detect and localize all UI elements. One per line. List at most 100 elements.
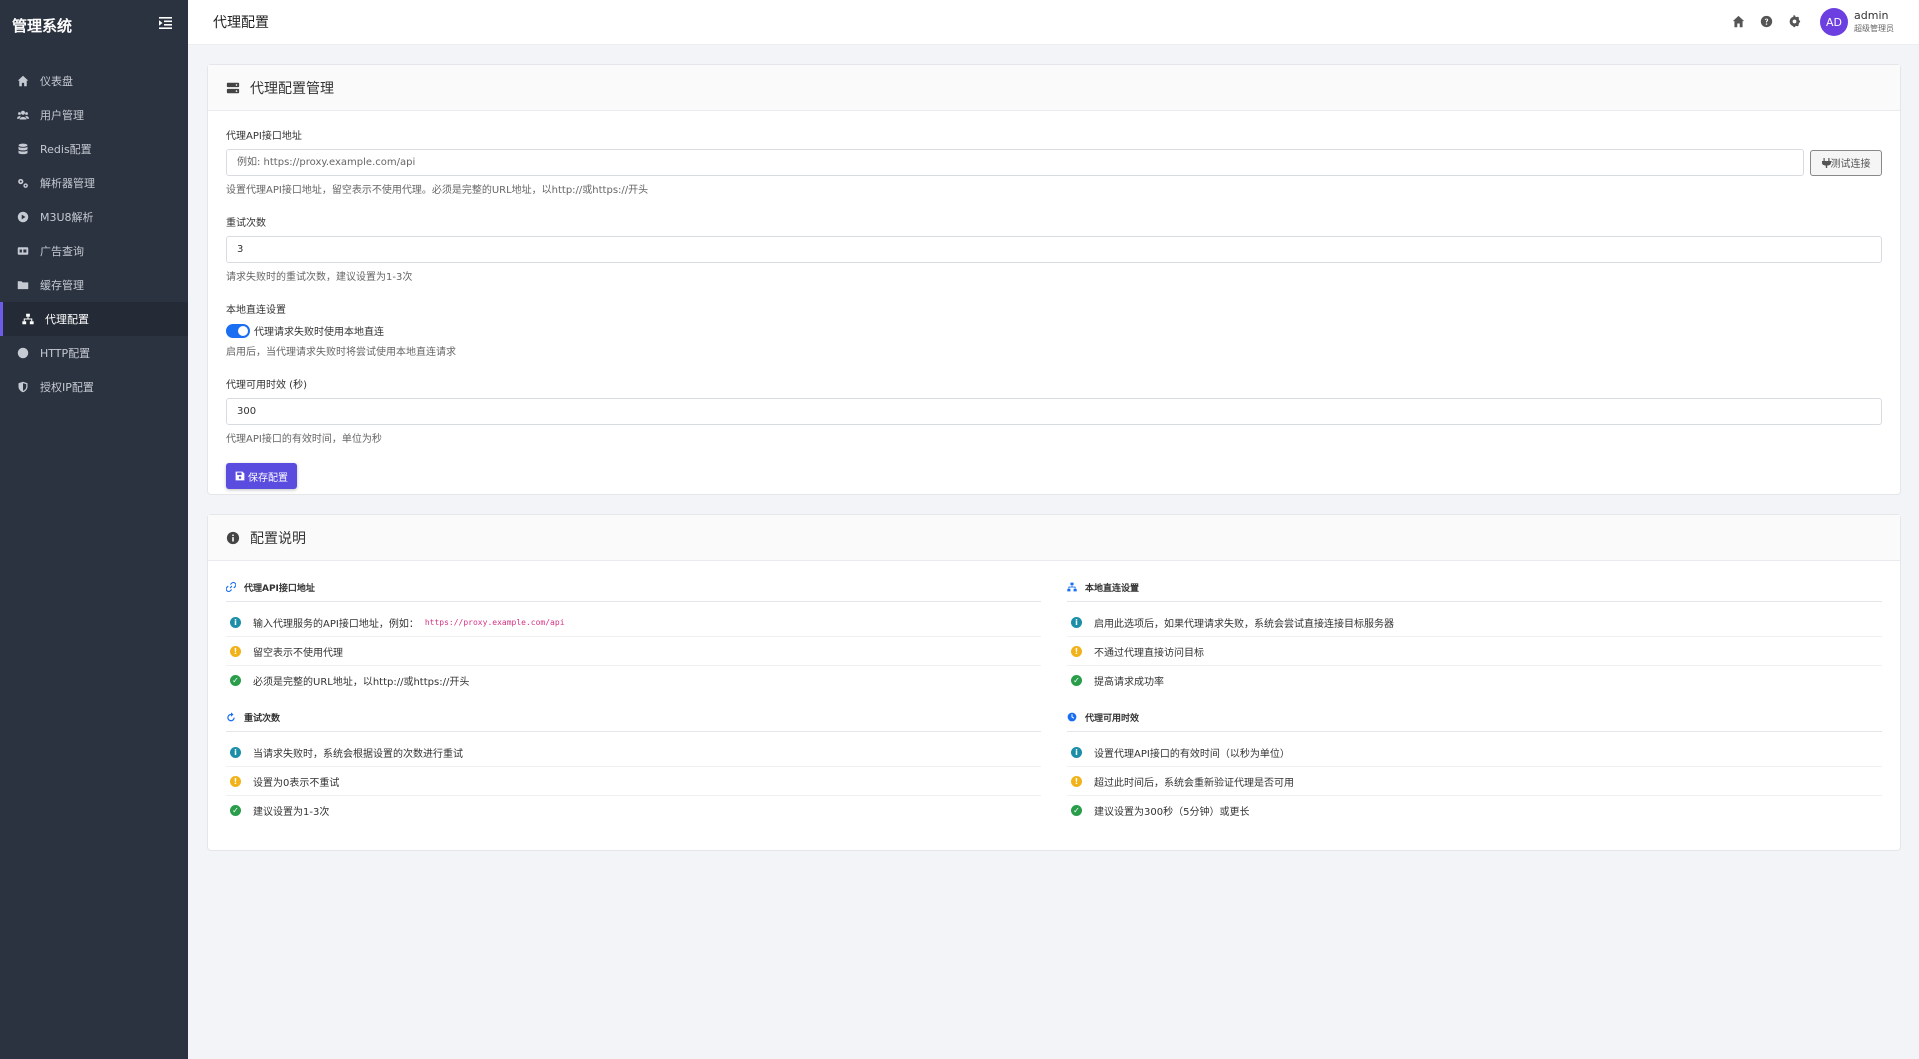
list-item: ✓ 提高请求成功率 — [1067, 666, 1882, 695]
config-explain-card: 配置说明 代理API接口地址 i 输入代理服务的API接口地址，例如： https:… — [207, 514, 1901, 851]
save-config-button[interactable]: 保存配置 — [226, 463, 297, 489]
sidebar-item-m3u8[interactable]: M3U8解析 — [0, 200, 188, 234]
explain-retry-title: 重试次数 — [244, 714, 281, 724]
sidebar-item-label: M3U8解析 — [40, 211, 94, 224]
sidebar: 管理系统 仪表盘 用户管理 Redis配置 解析器管理 M3U8解析 广告查询 — [0, 0, 188, 1059]
save-icon — [235, 471, 245, 481]
ttl-help: 代理API接口的有效时间，单位为秒 — [226, 434, 382, 445]
proxy-config-card-header: 代理配置管理 — [208, 65, 1900, 111]
explain-ttl-title: 代理可用时效 — [1085, 714, 1140, 724]
folder-icon — [15, 278, 31, 292]
check-icon: ✓ — [1071, 805, 1082, 816]
explain-ttl-section: 代理可用时效 i 设置代理API接口的有效时间（以秒为单位） ! 超过此时间后，系统… — [1067, 711, 1882, 825]
sidebar-item-users[interactable]: 用户管理 — [0, 98, 188, 132]
list-item: ! 超过此时间后，系统会重新验证代理是否可用 — [1067, 767, 1882, 796]
warning-icon: ! — [230, 645, 241, 657]
list-item: ✓ 建议设置为300秒（5分钟）或更长 — [1067, 796, 1882, 825]
page-title: 代理配置 — [213, 15, 269, 31]
list-item: i 启用此选项后，如果代理请求失败，系统会尝试直接连接目标服务器 — [1067, 608, 1882, 637]
direct-connect-toggle[interactable] — [226, 323, 250, 338]
info-icon: i — [1071, 616, 1082, 628]
warning-icon: ! — [1071, 775, 1082, 787]
warning-icon: ! — [230, 775, 241, 787]
direct-connect-help: 启用后，当代理请求失败时将尝试使用本地直连请求 — [226, 347, 456, 358]
info-icon: i — [230, 616, 241, 628]
direct-connect-toggle-label: 代理请求失败时使用本地直连 — [254, 327, 384, 338]
info-icon — [226, 531, 240, 545]
list-item: ✓ 建议设置为1-3次 — [226, 796, 1041, 825]
list-item: ! 留空表示不使用代理 — [226, 637, 1041, 666]
test-connection-button[interactable]: 测试连接 — [1810, 149, 1882, 176]
explain-retry-section: 重试次数 i 当请求失败时，系统会根据设置的次数进行重试 ! 设置为0表示不重试 ✓… — [226, 711, 1041, 825]
home-icon — [15, 74, 31, 88]
sidebar-item-label: 缓存管理 — [40, 279, 84, 292]
info-icon: i — [230, 746, 241, 758]
retry-help: 请求失败时的重试次数，建议设置为1-3次 — [226, 272, 413, 283]
sidebar-item-http[interactable]: HTTP配置 — [0, 336, 188, 370]
sidebar-item-label: 用户管理 — [40, 109, 84, 122]
sidebar-item-label: 仪表盘 — [40, 75, 73, 88]
sidebar-item-parsers[interactable]: 解析器管理 — [0, 166, 188, 200]
sidebar-item-dashboard[interactable]: 仪表盘 — [0, 64, 188, 98]
sitemap-icon — [20, 312, 36, 326]
user-role: 超级管理员 — [1854, 24, 1894, 33]
ttl-label: 代理可用时效 (秒) — [226, 380, 307, 391]
retry-input[interactable] — [226, 236, 1882, 263]
list-item: i 当请求失败时，系统会根据设置的次数进行重试 — [226, 738, 1041, 767]
sidebar-header: 管理系统 — [0, 0, 188, 50]
user-name: admin — [1854, 9, 1889, 22]
sidebar-item-label: 广告查询 — [40, 245, 84, 258]
explain-api-section: 代理API接口地址 i 输入代理服务的API接口地址，例如： https://pro… — [226, 581, 1041, 695]
check-icon: ✓ — [1071, 675, 1082, 686]
home-icon[interactable] — [1732, 15, 1746, 29]
list-item: ! 不通过代理直接访问目标 — [1067, 637, 1882, 666]
sidebar-item-authorized-ip[interactable]: 授权IP配置 — [0, 370, 188, 404]
gears-icon — [15, 176, 31, 190]
list-item: ✓ 必须是完整的URL地址，以http://或https://开头 — [226, 666, 1041, 695]
sidebar-item-label: 解析器管理 — [40, 177, 95, 190]
config-explain-title: 配置说明 — [250, 530, 306, 547]
save-config-label: 保存配置 — [248, 472, 288, 484]
list-item: i 设置代理API接口的有效时间（以秒为单位） — [1067, 738, 1882, 767]
check-icon: ✓ — [230, 805, 241, 816]
users-icon — [15, 108, 31, 122]
avatar[interactable]: AD — [1820, 8, 1848, 36]
topbar: 代理配置 AD admin 超级管理员 — [188, 0, 1919, 45]
ad-icon — [15, 244, 31, 258]
redo-icon — [226, 711, 238, 724]
proxy-config-card: 代理配置管理 代理API接口地址 测试连接 设置代理API接口地址，留空表示不使… — [207, 64, 1901, 495]
warning-icon: ! — [1071, 645, 1082, 657]
sidebar-item-ads[interactable]: 广告查询 — [0, 234, 188, 268]
sidebar-item-label: 代理配置 — [45, 313, 89, 326]
sitemap-icon — [1067, 582, 1079, 594]
explain-api-title: 代理API接口地址 — [244, 584, 315, 594]
help-icon[interactable] — [1760, 15, 1774, 29]
database-icon — [15, 142, 31, 156]
sidebar-item-proxy[interactable]: 代理配置 — [0, 302, 188, 336]
link-icon — [226, 581, 238, 594]
gear-icon[interactable] — [1788, 15, 1802, 29]
globe-icon — [15, 346, 31, 360]
user-info[interactable]: admin 超级管理员 — [1854, 9, 1894, 35]
direct-connect-label: 本地直连设置 — [226, 305, 286, 316]
shield-icon — [15, 380, 31, 394]
api-url-help: 设置代理API接口地址，留空表示不使用代理。必须是完整的URL地址，以http:… — [226, 185, 649, 196]
clock-icon — [1067, 712, 1079, 724]
play-icon — [15, 210, 31, 224]
sidebar-item-label: Redis配置 — [40, 143, 92, 156]
example-url-code: https://proxy.example.com/api — [424, 617, 565, 627]
check-icon: ✓ — [230, 675, 241, 686]
retry-label: 重试次数 — [226, 218, 266, 229]
config-explain-card-header: 配置说明 — [208, 515, 1900, 561]
info-icon: i — [1071, 746, 1082, 758]
sidebar-item-cache[interactable]: 缓存管理 — [0, 268, 188, 302]
ttl-input[interactable] — [226, 398, 1882, 425]
api-url-input[interactable] — [226, 149, 1804, 176]
sidebar-item-redis[interactable]: Redis配置 — [0, 132, 188, 166]
plug-icon — [1821, 157, 1831, 168]
explain-direct-title: 本地直连设置 — [1085, 584, 1140, 594]
sidebar-toggle-icon[interactable] — [159, 17, 172, 33]
proxy-config-form: 代理API接口地址 测试连接 设置代理API接口地址，留空表示不使用代理。必须是… — [208, 111, 1900, 505]
sidebar-item-label: 授权IP配置 — [40, 381, 94, 394]
test-connection-label: 测试连接 — [1830, 159, 1871, 170]
